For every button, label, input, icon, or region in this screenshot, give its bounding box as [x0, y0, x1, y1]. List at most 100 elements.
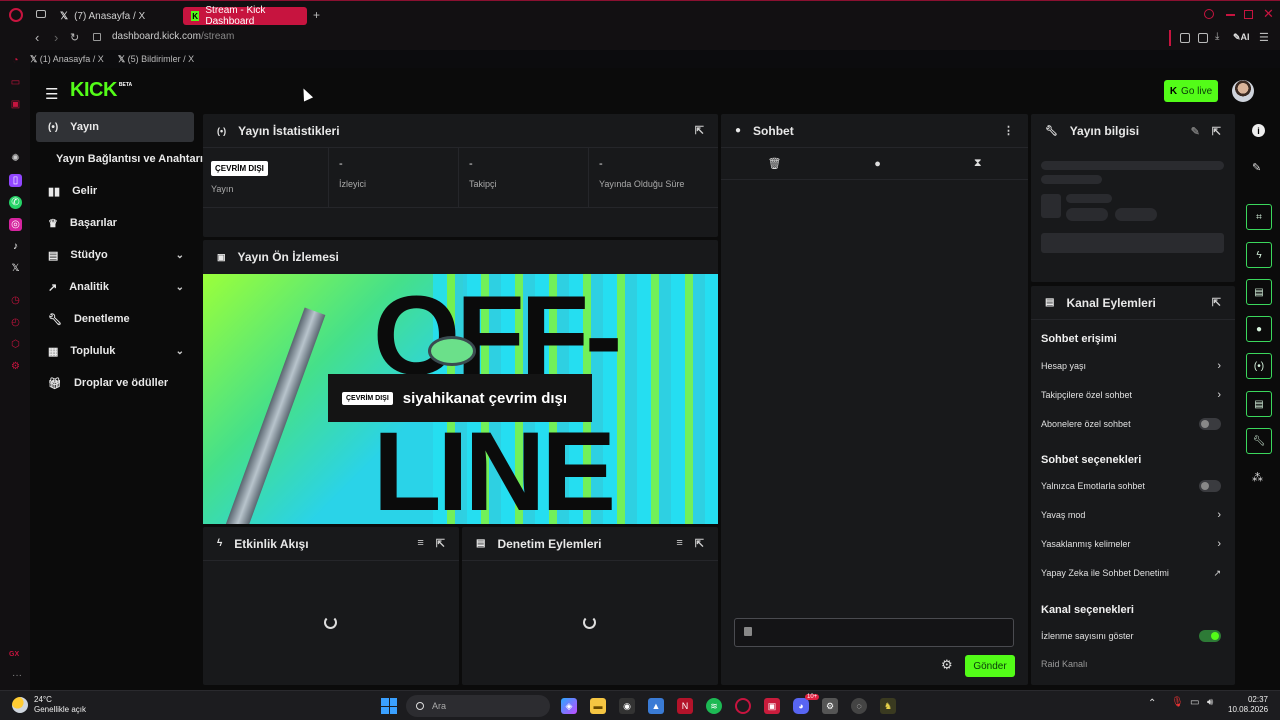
settings-app-icon[interactable]: ⚙ — [822, 698, 838, 714]
taskbar-search[interactable]: Ara — [406, 695, 550, 717]
menu-icon[interactable]: ☰ — [1259, 31, 1269, 44]
sidebar-item-analitik[interactable]: ↗ Analitik ⌄ — [36, 272, 194, 302]
sidebar-item-basarilar[interactable]: ♛ Başarılar — [36, 208, 194, 238]
add-widget-icon[interactable]: ⁂ — [1252, 471, 1263, 484]
app-icon-4[interactable]: ♞ — [880, 698, 896, 714]
forward-button[interactable]: › — [54, 30, 58, 45]
filter-icon[interactable]: ≡ — [676, 537, 682, 550]
viewer-count-toggle[interactable] — [1199, 630, 1221, 642]
row-account-age[interactable]: Hesap yaşı › — [1041, 352, 1221, 380]
url-field[interactable]: dashboard.kick.com/stream — [112, 31, 234, 42]
new-tab-button[interactable]: + — [313, 8, 320, 22]
microphone-icon[interactable]: 🎙︎ — [1171, 697, 1184, 708]
sidebar-item-stream-key[interactable]: Yayın Bağlantısı ve Anahtarı — [36, 144, 211, 174]
close-window-button[interactable]: ✕ — [1263, 6, 1274, 22]
camera-icon[interactable] — [1198, 33, 1208, 43]
chat-widget-button[interactable]: ● — [1246, 316, 1272, 342]
broadcast-widget-button[interactable]: (•) — [1246, 353, 1272, 379]
document-widget-button[interactable]: ▤ — [1246, 279, 1272, 305]
volume-icon[interactable]: 🔊︎ — [1207, 697, 1213, 708]
minimize-button[interactable] — [1226, 14, 1235, 16]
extensions-icon[interactable]: ⬡ — [9, 338, 22, 351]
file-explorer-icon[interactable]: ▬ — [590, 698, 606, 714]
channel-widget-button[interactable]: ▤ — [1246, 391, 1272, 417]
more-icon[interactable]: ··· — [12, 670, 22, 681]
popout-icon[interactable]: ⇱ — [695, 537, 704, 550]
start-button[interactable] — [381, 698, 397, 714]
twitch-icon[interactable]: ▯ — [9, 174, 22, 187]
sidebar-item-topluluk[interactable]: ▦ Topluluk ⌄ — [36, 336, 194, 366]
reload-button[interactable]: ↻ — [70, 31, 79, 44]
tab-twitter[interactable]: 𝕏 (7) Anasayfa / X — [52, 7, 180, 25]
row-banned-words[interactable]: Yasaklanmış kelimeler › — [1041, 530, 1221, 558]
emote-only-toggle[interactable] — [1199, 480, 1221, 492]
row-slow-mode[interactable]: Yavaş mod › — [1041, 501, 1221, 529]
sidebar-item-studyo[interactable]: ▤ Stüdyo ⌄ — [36, 240, 194, 270]
share-icon[interactable] — [1180, 33, 1190, 43]
network-icon[interactable]: ▭ — [1190, 697, 1199, 708]
clock[interactable]: 02:37 10.08.2026 — [1228, 695, 1268, 715]
subscribers-only-toggle[interactable] — [1199, 418, 1221, 430]
x-icon[interactable]: 𝕏 — [9, 262, 22, 275]
opera-logo-icon[interactable] — [9, 8, 23, 22]
player-icon[interactable]: ▣ — [9, 98, 22, 111]
filter-icon[interactable]: ≡ — [417, 537, 423, 550]
popout-icon[interactable]: ⇱ — [695, 124, 704, 137]
maximize-button[interactable] — [1244, 10, 1253, 19]
spotify-icon[interactable]: ≋ — [706, 698, 722, 714]
tab-overview-icon[interactable] — [36, 10, 46, 18]
app-icon-3[interactable]: ◌ — [851, 698, 867, 714]
settings-gear-icon[interactable]: ⚙ — [941, 657, 953, 673]
send-button[interactable]: Gönder — [965, 655, 1015, 677]
lightning-widget-button[interactable]: ϟ — [1246, 242, 1272, 268]
wrench-widget-button[interactable]: 🔧︎ — [1246, 428, 1272, 454]
settings-icon[interactable]: ⚙ — [9, 360, 22, 373]
history-icon[interactable]: ◷ — [9, 294, 22, 307]
ai-button[interactable]: ✎AI — [1233, 32, 1250, 43]
hamburger-menu-button[interactable]: ☰ — [45, 85, 58, 103]
go-live-button[interactable]: K Go live — [1164, 80, 1218, 102]
chat-input[interactable] — [734, 618, 1014, 647]
bookmark-item[interactable]: 𝕏 (1) Anasayfa / X — [30, 54, 104, 65]
row-ai-moderation[interactable]: Yapay Zeka ile Sohbet Denetimi ↗ — [1041, 559, 1221, 587]
sidebar-item-gelir[interactable]: ▮▮ Gelir — [36, 176, 194, 206]
photos-icon[interactable]: ▲ — [648, 698, 664, 714]
chat-icon[interactable]: ● — [874, 158, 881, 170]
more-options-icon[interactable]: ⋮ — [1003, 124, 1014, 137]
edit-icon[interactable]: ✎ — [1191, 125, 1200, 138]
row-raid-channel[interactable]: Raid Kanalı — [1041, 650, 1221, 678]
opera-gx-icon[interactable] — [735, 698, 751, 714]
messenger-icon[interactable]: ▭ — [9, 76, 22, 89]
popout-icon[interactable]: ⇱ — [1212, 125, 1221, 138]
sidebar-item-denetleme[interactable]: 🔧︎ Denetleme — [36, 304, 194, 334]
app-icon-1[interactable]: ◉ — [619, 698, 635, 714]
download-icon[interactable]: ⤓ — [1215, 31, 1219, 42]
tiktok-icon[interactable]: ♪ — [9, 240, 22, 253]
chatgpt-icon[interactable]: ✺ — [9, 152, 22, 165]
search-tabs-icon[interactable] — [1204, 9, 1214, 19]
instagram-icon[interactable]: ◎ — [9, 218, 22, 231]
hourglass-icon[interactable]: ⧗ — [974, 157, 982, 170]
discord-icon[interactable]: ◕ — [793, 698, 809, 714]
row-followers-only[interactable]: Takipçilere özel sohbet › — [1041, 381, 1221, 409]
tray-chevron-icon[interactable]: ⌃ — [1148, 698, 1156, 709]
popout-icon[interactable]: ⇱ — [436, 537, 445, 550]
app-icon-red[interactable]: N — [677, 698, 693, 714]
info-icon[interactable]: i — [1252, 124, 1265, 137]
sidebar-item-yayin[interactable]: (•) Yayın — [36, 112, 194, 142]
clock-icon[interactable]: ◴ — [9, 316, 22, 329]
pencil-icon[interactable]: ✎ — [1252, 161, 1261, 174]
app-icon-2[interactable]: ▣ — [764, 698, 780, 714]
aria-icon[interactable]: ◔ — [9, 54, 22, 67]
trash-icon[interactable]: 🗑︎ — [767, 157, 781, 170]
avatar[interactable] — [1232, 80, 1254, 102]
back-button[interactable]: ‹ — [35, 30, 39, 45]
bookmark-item[interactable]: 𝕏 (5) Bildirimler / X — [118, 54, 194, 65]
weather-widget[interactable]: 24°C Genellikle açık — [34, 695, 86, 715]
whatsapp-icon[interactable]: ✆ — [9, 196, 22, 209]
kick-logo[interactable]: KICK BETA — [70, 79, 132, 102]
sidebar-item-droplar[interactable]: 🎁︎ Droplar ve ödüller — [36, 368, 194, 398]
focus-widget-button[interactable]: ⌗ — [1246, 204, 1272, 230]
tab-kick-dashboard[interactable]: K Stream - Kick Dashboard — [183, 5, 307, 27]
popout-icon[interactable]: ⇱ — [1212, 296, 1221, 309]
